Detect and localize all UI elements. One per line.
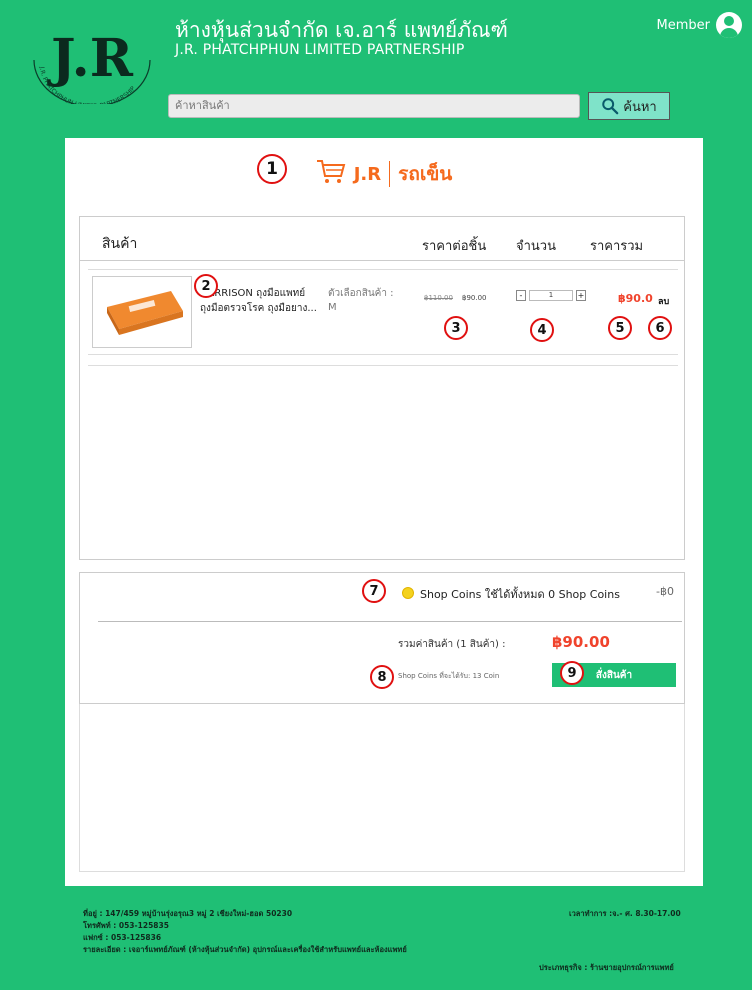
coins-earned-text: Shop Coins ที่จะได้รับ: 13 Coin — [398, 672, 500, 680]
product-image[interactable] — [92, 276, 192, 348]
annotation-marker: 1 — [257, 154, 287, 184]
original-price: ฿110.00 — [424, 294, 453, 302]
cart-brand: J.R — [353, 163, 382, 185]
annotation-marker: 8 — [370, 665, 394, 689]
annotation-marker: 5 — [608, 316, 632, 340]
cart-header: J.R รถเข็น — [65, 158, 703, 190]
table-header: สินค้า ราคาต่อชิ้น จำนวน ราคารวม — [80, 217, 684, 261]
search-icon — [602, 98, 619, 115]
annotation-marker: 9 — [560, 661, 584, 685]
cart-panel: J.R รถเข็น 1 สินค้า ราคาต่อชิ้น จำนวน รา… — [65, 138, 703, 886]
column-header-quantity: จำนวน — [516, 239, 556, 254]
shop-coins-label[interactable]: Shop Coins ใช้ได้ทั้งหมด 0 Shop Coins — [420, 585, 620, 603]
user-avatar-icon[interactable] — [716, 12, 742, 38]
quantity-stepper: - 1 + — [516, 290, 586, 301]
company-logo[interactable]: J.R J.R. PHATCHPHUN LIMITED PARTNERSHIP — [22, 14, 162, 110]
column-header-total: ราคารวม — [590, 239, 644, 254]
member-menu[interactable]: Member — [657, 12, 742, 38]
annotation-marker: 3 — [444, 316, 468, 340]
coin-icon — [402, 587, 414, 599]
quantity-input[interactable]: 1 — [529, 290, 573, 301]
quantity-decrease-button[interactable]: - — [516, 290, 526, 301]
search-button-label: ค้นหา — [623, 99, 657, 115]
cart-empty-space — [79, 704, 685, 872]
subtotal-label: รวมค่าสินค้า (1 สินค้า) : — [398, 639, 506, 650]
company-name-english: J.R. PHATCHPHUN LIMITED PARTNERSHIP — [175, 42, 465, 58]
search-input[interactable]: ค้าหาสินค้า — [168, 94, 580, 118]
product-option-label: ตัวเลือกสินค้า : — [328, 288, 394, 299]
product-option-value[interactable]: M — [328, 302, 337, 313]
annotation-marker: 4 — [530, 318, 554, 342]
product-name[interactable]: HARRISON ถุงมือแพทย์ ถุงมือตรวจโรค ถุงมื… — [200, 286, 322, 316]
search-button[interactable]: ค้นหา — [588, 92, 670, 120]
delete-item-button[interactable]: ลบ — [658, 294, 669, 308]
annotation-marker: 2 — [194, 274, 218, 298]
quantity-increase-button[interactable]: + — [576, 290, 586, 301]
footer-address: ที่อยู่ : 147/459 หมู่บ้านรุ่งอรุณ3 หมู่… — [83, 909, 293, 918]
logo-letters: J.R — [47, 28, 134, 89]
unit-price: ฿90.00 — [462, 294, 487, 302]
title-divider — [389, 161, 391, 187]
column-header-product: สินค้า — [102, 236, 138, 252]
footer-hours: เวลาทำการ :จ.- ศ. 8.30-17.00 — [569, 909, 681, 918]
line-total-price: ฿90.0 — [618, 292, 653, 305]
table-row: HARRISON ถุงมือแพทย์ ถุงมือตรวจโรค ถุงมื… — [88, 269, 678, 355]
cart-items-table: สินค้า ราคาต่อชิ้น จำนวน ราคารวม HARRISO… — [79, 216, 685, 560]
summary-divider — [98, 621, 682, 622]
page-title: รถเข็น — [398, 163, 453, 185]
footer-phone: โทรศัพท์ : 053-125835 — [83, 921, 169, 930]
column-header-unit-price: ราคาต่อชิ้น — [422, 239, 487, 254]
member-label: Member — [656, 17, 710, 33]
logo-emblem: J.R J.R. PHATCHPHUN LIMITED PARTNERSHIP — [33, 28, 151, 110]
footer-details: รายละเอียด : เจอาร์แพทย์ภัณฑ์ (ห้างหุ้นส… — [83, 945, 407, 954]
footer-fax: แฟกซ์ : 053-125836 — [83, 933, 162, 942]
cart-summary: 7 Shop Coins ใช้ได้ทั้งหมด 0 Shop Coins … — [79, 572, 685, 704]
annotation-marker: 7 — [362, 579, 386, 603]
shopping-cart-icon — [316, 158, 346, 190]
shop-coins-discount: -฿0 — [656, 585, 674, 598]
footer-contact: ที่อยู่ : 147/459 หมู่บ้านรุ่งอรุณ3 หมู่… — [83, 908, 483, 956]
footer-business-type: ประเภทธุรกิจ : ร้านขายอุปกรณ์การแพทย์ — [539, 963, 674, 972]
annotation-marker: 6 — [648, 316, 672, 340]
row-divider — [88, 365, 678, 366]
subtotal-value: ฿90.00 — [552, 633, 610, 651]
